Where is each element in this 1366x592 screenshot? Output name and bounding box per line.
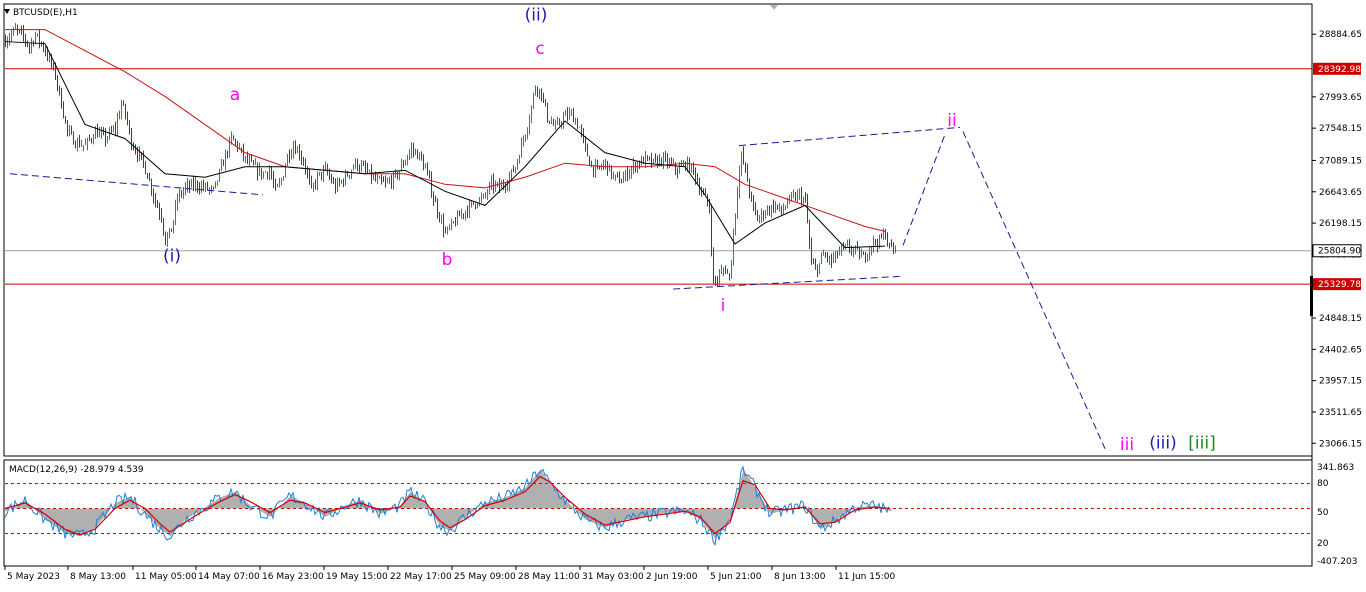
time-tick-label: 8 Jun 13:00 xyxy=(774,572,826,582)
time-tick-label: 19 May 15:00 xyxy=(326,572,388,582)
time-tick-label: 14 May 07:00 xyxy=(198,572,260,582)
price-tick-label: 23957.15 xyxy=(1319,377,1362,387)
price-tick-label: 23066.15 xyxy=(1319,439,1362,449)
time-tick-label: 5 Jun 21:00 xyxy=(710,572,762,582)
chart-window[interactable]: (ii) c a (i) b ii i iii (iii) [iii] 28884.65 27993… xyxy=(0,0,1366,588)
wave-label[interactable]: c xyxy=(535,39,544,59)
macd-axis-label: -407.203 xyxy=(1317,557,1357,567)
wave-label[interactable]: (i) xyxy=(163,247,181,267)
time-tick-label: 31 May 03:00 xyxy=(582,572,644,582)
axis-scroll-handle[interactable] xyxy=(1310,276,1313,316)
macd-axis-label: 50 xyxy=(1317,508,1329,518)
wave-label[interactable]: (iii) xyxy=(1149,434,1176,454)
time-tick-label: 16 May 23:00 xyxy=(262,572,324,582)
macd-axis-label: 20 xyxy=(1317,539,1329,549)
price-tick-label: 24402.65 xyxy=(1319,345,1362,355)
time-tick-label: 11 May 05:00 xyxy=(135,572,197,582)
price-tag-label: 28392.98 xyxy=(1318,65,1361,75)
macd-main-value: -28.979 xyxy=(80,465,115,475)
wave-label[interactable]: a xyxy=(230,85,240,105)
price-tick-label: 27993.65 xyxy=(1319,93,1362,103)
chart-background xyxy=(0,0,1366,588)
wave-label[interactable]: b xyxy=(442,250,453,270)
macd-signal-value: 4.539 xyxy=(118,465,144,475)
time-tick-label: 5 May 2023 xyxy=(7,572,60,582)
macd-axis-label: 80 xyxy=(1317,479,1329,489)
time-tick-label: 22 May 17:00 xyxy=(390,572,452,582)
wave-label[interactable]: (ii) xyxy=(525,5,548,25)
price-tag-label: 25329.78 xyxy=(1318,280,1361,290)
wave-label[interactable]: ii xyxy=(947,111,956,131)
price-tick-label: 24848.15 xyxy=(1319,314,1362,324)
price-tick-label: 27548.15 xyxy=(1319,124,1362,134)
time-tick-label: 8 May 13:00 xyxy=(70,572,126,582)
price-tick-label: 27089.15 xyxy=(1319,156,1362,166)
symbol-title: BTCUSD(E),H1 xyxy=(13,8,78,18)
wave-label[interactable]: [iii] xyxy=(1188,434,1215,454)
price-tick-label: 26198.15 xyxy=(1319,219,1362,229)
macd-title: MACD(12,26,9) -28.979 4.539 xyxy=(9,465,144,475)
price-tick-label: 23511.65 xyxy=(1319,408,1362,418)
time-tick-label: 2 Jun 19:00 xyxy=(646,572,698,582)
time-tick-label: 28 May 11:00 xyxy=(518,572,580,582)
price-tick-label: 28884.65 xyxy=(1319,30,1362,40)
time-tick-label: 25 May 09:00 xyxy=(454,572,516,582)
price-tag-label: 25804.90 xyxy=(1318,247,1361,257)
wave-label[interactable]: i xyxy=(721,296,726,316)
wave-label[interactable]: iii xyxy=(1120,435,1134,455)
macd-params: MACD(12,26,9) xyxy=(9,465,77,475)
macd-axis-label: 341.863 xyxy=(1317,463,1354,473)
chart-canvas[interactable]: (ii)ca(i) biiiiii (iii) [iii] 28884.6527993… xyxy=(0,0,1366,588)
price-tick-label: 26643.65 xyxy=(1319,188,1362,198)
time-tick-label: 11 Jun 15:00 xyxy=(838,572,895,582)
